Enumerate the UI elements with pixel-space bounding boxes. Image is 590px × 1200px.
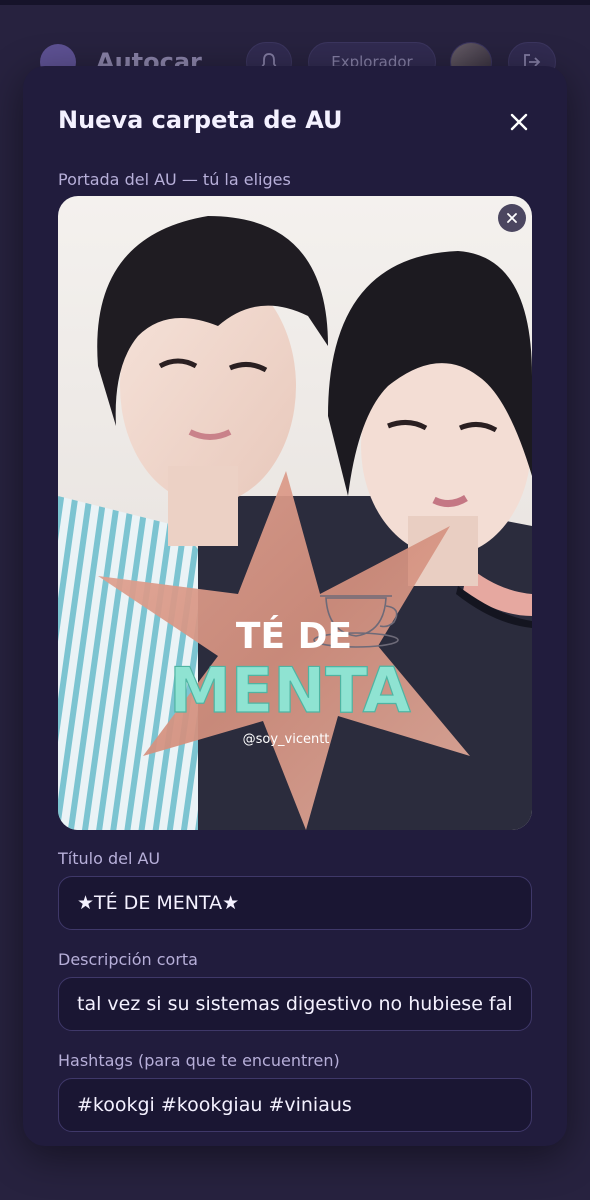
description-input[interactable]: tal vez si su sistemas digestivo no hubi… bbox=[58, 977, 532, 1031]
description-label: Descripción corta bbox=[58, 950, 198, 969]
description-value: tal vez si su sistemas digestivo no hubi… bbox=[77, 993, 513, 1015]
cover-artwork: TÉ DE MENTA @soy_vicentt bbox=[58, 196, 532, 830]
cover-label: Portada del AU — tú la eliges bbox=[58, 170, 291, 189]
dialog-title: Nueva carpeta de AU bbox=[58, 106, 343, 134]
hashtags-value: #kookgi #kookgiau #viniaus bbox=[77, 1094, 352, 1116]
close-icon bbox=[510, 113, 528, 131]
close-icon bbox=[507, 213, 517, 223]
close-dialog-button[interactable] bbox=[505, 108, 533, 136]
status-strip bbox=[0, 0, 590, 5]
cover-image[interactable]: TÉ DE MENTA @soy_vicentt bbox=[58, 196, 532, 830]
au-title-input[interactable]: ★TÉ DE MENTA★ bbox=[58, 876, 532, 930]
au-title-value: ★TÉ DE MENTA★ bbox=[77, 892, 240, 914]
new-au-folder-dialog: Nueva carpeta de AU Portada del AU — tú … bbox=[23, 66, 567, 1146]
cover-text-line1: TÉ DE bbox=[236, 615, 352, 657]
cover-credit: @soy_vicentt bbox=[243, 732, 330, 747]
cover-text-line2: MENTA bbox=[169, 654, 410, 727]
title-label: Título del AU bbox=[58, 849, 161, 868]
hashtags-input[interactable]: #kookgi #kookgiau #viniaus bbox=[58, 1078, 532, 1132]
remove-cover-button[interactable] bbox=[498, 204, 526, 232]
hashtags-label: Hashtags (para que te encuentren) bbox=[58, 1051, 340, 1070]
